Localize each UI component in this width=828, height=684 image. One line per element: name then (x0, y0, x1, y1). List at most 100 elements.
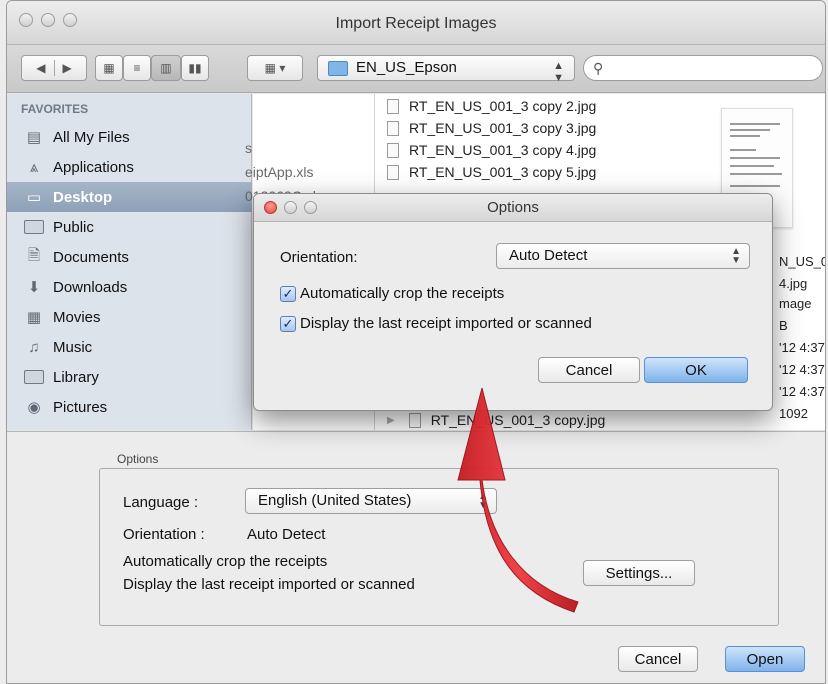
column-view-icon: ▥ (160, 61, 172, 75)
coverflow-view-button[interactable]: ▮▮ (181, 55, 209, 81)
sidebar-item-applications[interactable]: ⩓ Applications (7, 152, 252, 182)
preview-size: B (779, 318, 788, 333)
path-popup[interactable]: EN_US_Epson ▲ ▼ (317, 55, 575, 84)
desktop-icon: ▭ (26, 189, 42, 206)
sidebar-item-public[interactable]: Public (7, 212, 252, 242)
display-last-receipt-checkbox[interactable]: ✓ Display the last receipt imported or s… (280, 315, 592, 332)
preview-opened: '12 4:37 (779, 384, 825, 399)
movies-icon: ▦ (26, 309, 42, 326)
dialog-title-bar: Options (254, 194, 772, 222)
sidebar-item-desktop[interactable]: ▭ Desktop (7, 182, 252, 212)
dialog-cancel-button[interactable]: Cancel (538, 357, 640, 383)
sidebar-item-label: Desktop (53, 188, 113, 206)
updown-chevron-icon: ▲ ▼ (731, 246, 741, 266)
orientation-label: Orientation : (123, 526, 205, 543)
toolbar: ◀ ▶ ▦ ≡ ▥ ▮▮ ▦ ▾ EN_US_Epson ▲ ▼ ⚲ (7, 45, 825, 93)
crop-setting-text: Automatically crop the receipts (123, 553, 328, 570)
sidebar-item-label: Music (53, 338, 93, 356)
sidebar-item-label: Documents (53, 248, 129, 266)
folder-icon (23, 368, 45, 386)
sidebar-item-label: Pictures (53, 398, 108, 416)
arrange-button[interactable]: ▦ ▾ (247, 55, 303, 81)
list-view-button[interactable]: ≡ (123, 55, 151, 81)
sidebar-item-pictures[interactable]: ◉ Pictures (7, 392, 252, 422)
documents-icon: 🗎 (27, 246, 41, 264)
sidebar-item-label: Movies (53, 308, 101, 326)
preview-name: 4.jpg (779, 276, 808, 291)
crop-checkbox-label: Automatically crop the receipts (300, 285, 505, 302)
file-name[interactable]: s (245, 140, 252, 156)
sidebar-item-music[interactable]: ♫ Music (7, 332, 252, 362)
arrange-icon: ▦ ▾ (264, 61, 286, 75)
icon-view-button[interactable]: ▦ (95, 55, 123, 81)
document-icon (387, 164, 399, 180)
file-name: RT_EN_US_001_3 copy 4.jpg (409, 142, 597, 158)
disclosure-icon: ▶ (387, 414, 395, 426)
sidebar: FAVORITES ▤ All My Files ⩓ Applications … (7, 94, 252, 430)
forward-icon[interactable]: ▶ (63, 61, 72, 75)
file-name[interactable]: eiptApp.xls (245, 164, 313, 180)
sidebar-item-label: Downloads (53, 278, 128, 296)
coverflow-icon: ▮▮ (188, 61, 202, 75)
search-icon: ⚲ (593, 60, 604, 76)
preview-kind: mage (779, 296, 812, 311)
preview-modified: '12 4:37 (779, 362, 825, 377)
sidebar-item-downloads[interactable]: ⬇ Downloads (7, 272, 252, 302)
cancel-button[interactable]: Cancel (618, 646, 698, 672)
dialog-ok-button[interactable]: OK (644, 357, 748, 383)
downloads-icon: ⬇ (27, 279, 41, 296)
pictures-icon: ◉ (27, 399, 41, 416)
file-name: RT_EN_US_001_3 copy 5.jpg (409, 164, 597, 180)
file-row[interactable]: ▶ RT_EN_US_001_3 copy.jpg (387, 412, 605, 428)
sidebar-item-documents[interactable]: 🗎 Documents (7, 242, 252, 272)
options-area: Options Language : English (United State… (7, 431, 825, 683)
back-forward-buttons[interactable]: ◀ ▶ (21, 55, 87, 81)
dialog-orientation-label: Orientation: (280, 249, 358, 266)
sidebar-item-label: All My Files (53, 128, 130, 146)
settings-button[interactable]: Settings... (583, 560, 695, 586)
document-icon (408, 412, 421, 428)
preview-created: '12 4:37 (779, 340, 825, 355)
grid-view-icon: ▦ (103, 61, 115, 75)
dialog-title: Options (487, 199, 539, 216)
document-icon (387, 120, 399, 136)
folder-icon (328, 61, 348, 76)
display-setting-text: Display the last receipt imported or sca… (123, 576, 415, 593)
list-view-icon: ≡ (133, 61, 141, 75)
sidebar-item-movies[interactable]: ▦ Movies (7, 302, 252, 332)
preview-dimensions: 1092 (779, 406, 808, 421)
back-icon[interactable]: ◀ (36, 61, 45, 75)
checkmark-icon: ✓ (280, 315, 296, 332)
sidebar-item-all-my-files[interactable]: ▤ All My Files (7, 122, 252, 152)
file-row[interactable]: RT_EN_US_001_3 copy 5.jpg (387, 164, 596, 180)
language-label: Language : (123, 494, 199, 511)
options-dialog: Options Orientation: Auto Detect ▲ ▼ ✓ Au… (253, 193, 773, 411)
column-view-button[interactable]: ▥ (151, 55, 181, 81)
sidebar-item-label: Library (53, 368, 99, 386)
sidebar-header: FAVORITES (21, 102, 89, 116)
file-row[interactable]: RT_EN_US_001_3 copy 2.jpg (387, 98, 596, 114)
file-row[interactable]: RT_EN_US_001_3 copy 4.jpg (387, 142, 596, 158)
file-name: RT_EN_US_001_3 copy.jpg (430, 412, 606, 428)
applications-icon: ⩓ (29, 158, 39, 176)
sidebar-item-label: Public (53, 218, 94, 236)
folder-icon (23, 218, 45, 236)
file-name: RT_EN_US_001_3 copy 3.jpg (409, 120, 597, 136)
updown-chevron-icon: ▲ ▼ (553, 60, 564, 84)
all-files-icon: ▤ (26, 129, 42, 146)
path-label: EN_US_Epson (356, 59, 457, 76)
language-select[interactable]: English (United States) ▲ ▼ (245, 488, 497, 514)
dialog-orientation-select[interactable]: Auto Detect ▲ ▼ (496, 243, 750, 269)
title-bar: Import Receipt Images (7, 1, 825, 45)
sidebar-item-library[interactable]: Library (7, 362, 252, 392)
search-field[interactable]: ⚲ (583, 55, 823, 81)
file-row[interactable]: RT_EN_US_001_3 copy 3.jpg (387, 120, 596, 136)
orientation-value: Auto Detect (247, 526, 326, 543)
crop-checkbox[interactable]: ✓ Automatically crop the receipts (280, 285, 504, 302)
open-button[interactable]: Open (725, 646, 805, 672)
preview-name: N_US_002 (779, 254, 825, 269)
window-title: Import Receipt Images (335, 15, 497, 32)
display-checkbox-label: Display the last receipt imported or sca… (300, 315, 592, 332)
options-group-title: Options (111, 452, 165, 466)
music-icon: ♫ (28, 338, 40, 356)
